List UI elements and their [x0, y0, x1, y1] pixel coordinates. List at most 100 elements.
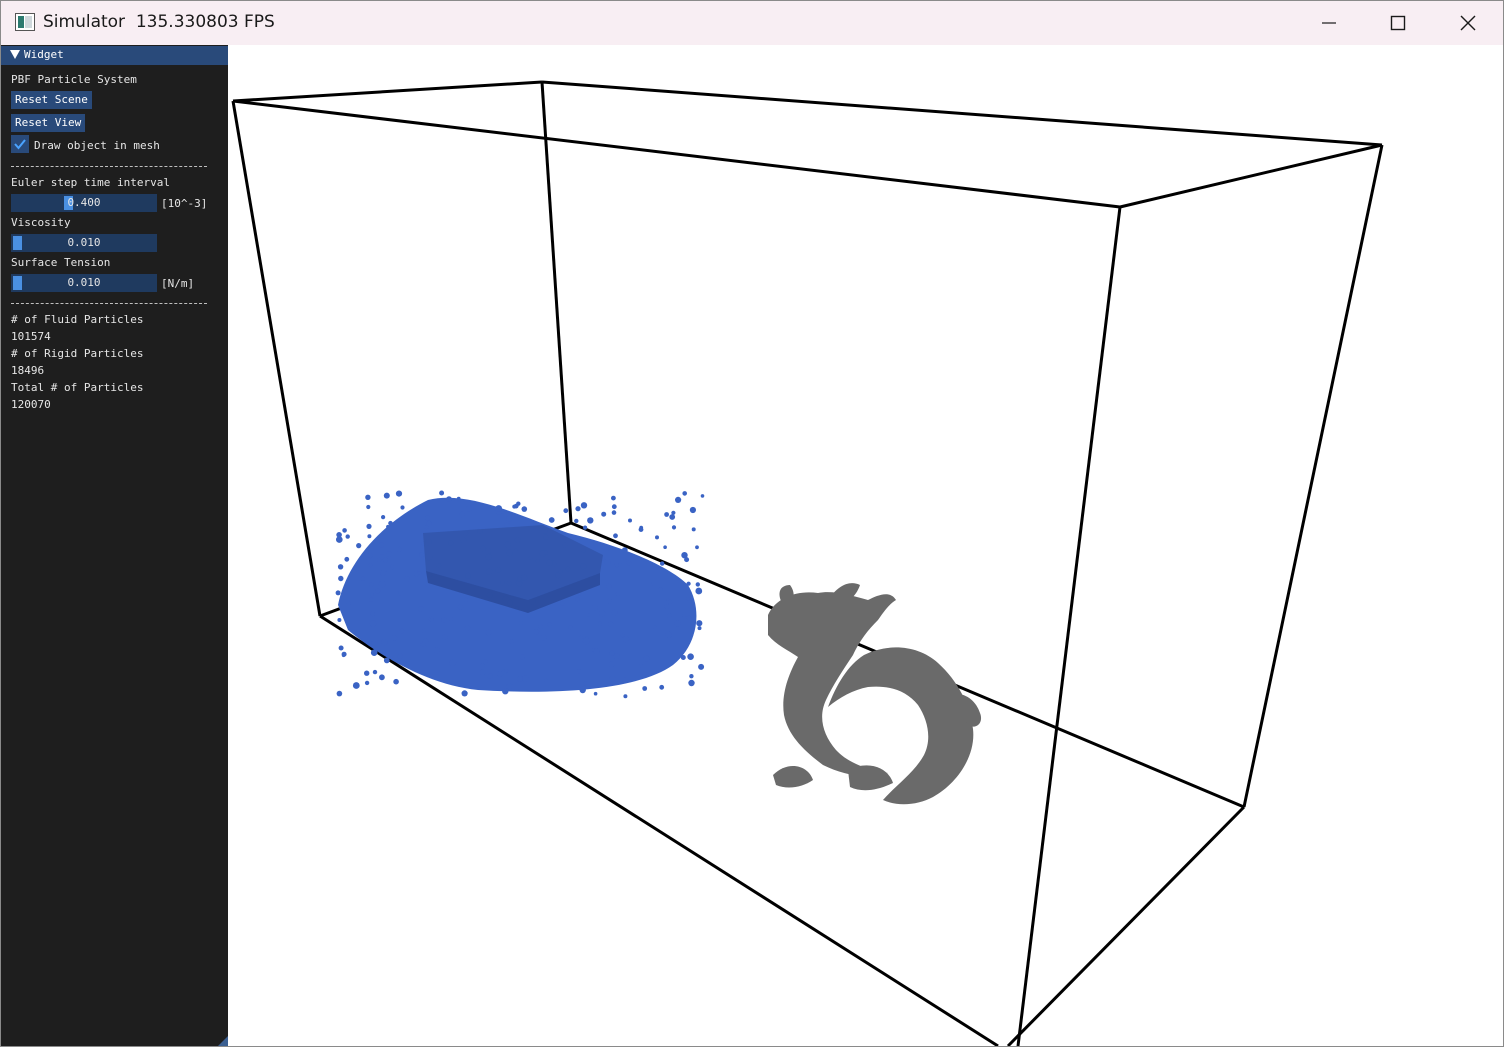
fluid-particle — [425, 515, 430, 521]
fluid-particle — [651, 581, 656, 586]
fluid-particle — [586, 613, 591, 617]
fluid-particle — [422, 638, 429, 644]
fluid-particle — [369, 620, 377, 627]
fluid-particle — [653, 625, 657, 629]
box-edge — [232, 80, 543, 103]
3d-viewport[interactable] — [228, 45, 1503, 1046]
viscosity-slider[interactable]: 0.010 — [11, 234, 157, 252]
fluid-particle — [675, 496, 682, 503]
fluid-particle — [696, 620, 703, 627]
fluid-particle — [623, 694, 628, 699]
fluid-particle — [691, 527, 696, 532]
fluid-particle — [449, 617, 453, 622]
fluid-particle — [583, 681, 588, 686]
fluid-particle — [457, 604, 464, 610]
separator — [11, 303, 207, 304]
resize-grip[interactable] — [218, 1036, 228, 1046]
fluid-particle — [604, 558, 611, 566]
fluid-particle — [336, 536, 343, 543]
fluid-particle — [398, 590, 404, 596]
fluid-particle — [597, 621, 602, 627]
fluid-particle — [609, 675, 616, 682]
fluid-particle — [638, 527, 644, 532]
fluid-particle — [664, 604, 670, 610]
fluid-particle — [686, 615, 692, 621]
fluid-particle — [335, 590, 341, 596]
fluid-particle — [622, 636, 630, 643]
reset-view-button[interactable]: Reset View — [11, 114, 86, 132]
system-label: PBF Particle System — [11, 73, 137, 86]
fluid-particle — [502, 688, 509, 695]
fluid-particle — [480, 663, 485, 668]
fluid-particle — [380, 569, 387, 577]
fluid-particle — [680, 655, 686, 660]
fluid-particle — [568, 625, 573, 630]
box-edge — [541, 80, 1383, 147]
fluid-particle — [611, 609, 618, 616]
box-edge — [540, 81, 573, 524]
fluid-particle — [601, 511, 607, 517]
tension-unit: [N/m] — [161, 277, 195, 290]
reset-scene-button[interactable]: Reset Scene — [11, 91, 92, 109]
fluid-particle — [417, 571, 422, 575]
fluid-particle — [628, 518, 632, 523]
fluid-particle — [621, 547, 628, 554]
fluid-particle — [639, 663, 644, 668]
fluid-particle — [608, 621, 614, 627]
tension-slider[interactable]: 0.010 — [11, 274, 157, 292]
draw-mesh-checkbox[interactable] — [11, 135, 29, 153]
fluid-particle — [519, 654, 525, 660]
fluid-particle — [576, 669, 582, 674]
fluid-particle — [337, 564, 344, 570]
fluid-particle — [671, 525, 677, 530]
widget-panel: Widget PBF Particle System Reset Scene R… — [1, 45, 228, 1046]
dragon-foot — [773, 765, 813, 788]
viscosity-label: Viscosity — [11, 216, 71, 229]
scene-canvas[interactable] — [228, 45, 1503, 1046]
fluid-particle — [682, 491, 687, 496]
widget-header[interactable]: Widget — [1, 46, 228, 65]
fluid-particle — [579, 635, 583, 640]
fluid-particle — [383, 492, 390, 499]
fluid-particle — [519, 620, 523, 625]
fluid-particle — [429, 618, 434, 622]
fluid-particle — [366, 523, 372, 529]
fluid-particle — [506, 683, 513, 690]
fluid-particle — [367, 553, 373, 559]
fluid-particle — [700, 494, 705, 498]
fluid-particle — [593, 691, 598, 696]
box-edge — [231, 100, 322, 617]
fluid-particle — [370, 649, 378, 656]
app-icon — [15, 13, 35, 31]
euler-value: 0.400 — [67, 196, 101, 209]
fluid-particle — [479, 669, 486, 676]
fluid-particle — [611, 495, 616, 501]
fluid-particle — [682, 613, 687, 618]
box-edge — [1119, 143, 1383, 209]
fluid-particle — [533, 629, 540, 635]
fluid-particle — [686, 581, 691, 586]
fluid-particle — [663, 545, 667, 549]
fluid-particle — [695, 545, 699, 550]
fluid-particle — [506, 515, 513, 522]
fluid-particle — [681, 552, 688, 559]
fluid-particle — [563, 508, 569, 514]
collapse-triangle-icon[interactable] — [10, 50, 20, 59]
fluid-particle — [370, 611, 375, 617]
fluid-particle — [660, 561, 665, 566]
maximize-button[interactable] — [1363, 1, 1433, 45]
fluid-particle — [582, 637, 590, 645]
fluid-particle — [441, 617, 447, 623]
fluid-particle — [342, 528, 347, 533]
fluid-particle — [464, 625, 471, 631]
fluid-particle — [364, 670, 370, 676]
box-edge — [1242, 144, 1384, 808]
minimize-icon — [1322, 22, 1336, 24]
fluid-particle — [419, 552, 424, 558]
title-bar[interactable]: Simulator 135.330803 FPS — [1, 1, 1503, 45]
euler-slider[interactable]: 0.400 — [11, 194, 157, 212]
minimize-button[interactable] — [1294, 1, 1364, 45]
close-button[interactable] — [1433, 1, 1503, 45]
fluid-particle — [643, 655, 650, 662]
fluid-particle — [338, 645, 344, 651]
